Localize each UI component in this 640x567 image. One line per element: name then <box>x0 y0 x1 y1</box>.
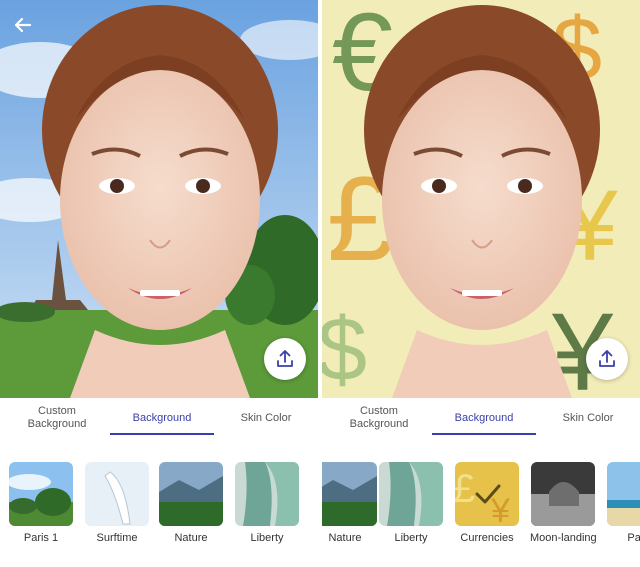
tab-background[interactable]: Background <box>432 398 536 438</box>
mode-tabs: Custom Background Background Skin Color <box>0 398 318 438</box>
share-button[interactable] <box>264 338 306 380</box>
thumb-label: Nature <box>174 532 208 544</box>
thumb-image <box>9 462 73 526</box>
mode-tabs: Custom Background Background Skin Color <box>322 398 640 438</box>
thumb-label: Liberty <box>394 532 428 544</box>
svg-text:£: £ <box>455 467 475 511</box>
thumb-nature[interactable]: Nature <box>158 462 224 550</box>
active-tab-indicator <box>432 433 536 435</box>
tab-custom-background[interactable]: Custom Background <box>12 398 102 438</box>
preview-photo <box>0 0 318 398</box>
background-thumbnails: Nature Liberty £ ¥ Currencies Moon-landi… <box>322 462 640 552</box>
tab-skin-color[interactable]: Skin Color <box>222 398 310 438</box>
tab-skin-color[interactable]: Skin Color <box>544 398 632 438</box>
thumb-currencies[interactable]: £ ¥ Currencies <box>454 462 520 550</box>
thumb-paris-1[interactable]: Paris 1 <box>8 462 74 550</box>
thumb-image: £ ¥ <box>455 462 519 526</box>
thumb-label: Para <box>627 532 640 544</box>
thumb-image <box>322 462 377 526</box>
thumb-image <box>607 462 640 526</box>
thumb-liberty[interactable]: Liberty <box>378 462 444 550</box>
thumb-image <box>235 462 299 526</box>
upload-icon <box>599 350 615 367</box>
thumb-label: Liberty <box>250 532 284 544</box>
thumb-image <box>159 462 223 526</box>
tab-background[interactable]: Background <box>110 398 214 438</box>
thumb-liberty[interactable]: Liberty <box>234 462 300 550</box>
thumb-label: Surftime <box>96 532 138 544</box>
thumb-label: Paris 1 <box>23 532 59 544</box>
thumb-label: Nature <box>328 532 362 544</box>
thumb-nature[interactable]: Nature <box>322 462 378 550</box>
background-thumbnails: Paris 1 Surftime Nature Liberty <box>0 462 318 552</box>
panel-right: € $ £ ¥ $ ¥ Custom Background Background… <box>322 0 640 567</box>
panel-left: Custom Background Background Skin Color … <box>0 0 318 567</box>
svg-text:¥: ¥ <box>490 492 510 526</box>
thumb-surftime[interactable]: Surftime <box>84 462 150 550</box>
thumb-image <box>531 462 595 526</box>
active-tab-indicator <box>110 433 214 435</box>
share-button[interactable] <box>586 338 628 380</box>
svg-text:$: $ <box>322 300 367 398</box>
thumb-para[interactable]: Para <box>606 462 640 550</box>
thumb-moon-landing[interactable]: Moon-landing <box>530 462 597 550</box>
thumb-image <box>85 462 149 526</box>
thumb-image <box>379 462 443 526</box>
tab-custom-background[interactable]: Custom Background <box>334 398 424 438</box>
back-arrow-icon[interactable] <box>10 12 36 38</box>
preview-photo: € $ £ ¥ $ ¥ <box>322 0 640 398</box>
upload-icon <box>277 350 293 367</box>
thumb-label: Currencies <box>460 532 514 544</box>
thumb-label: Moon-landing <box>530 532 597 544</box>
